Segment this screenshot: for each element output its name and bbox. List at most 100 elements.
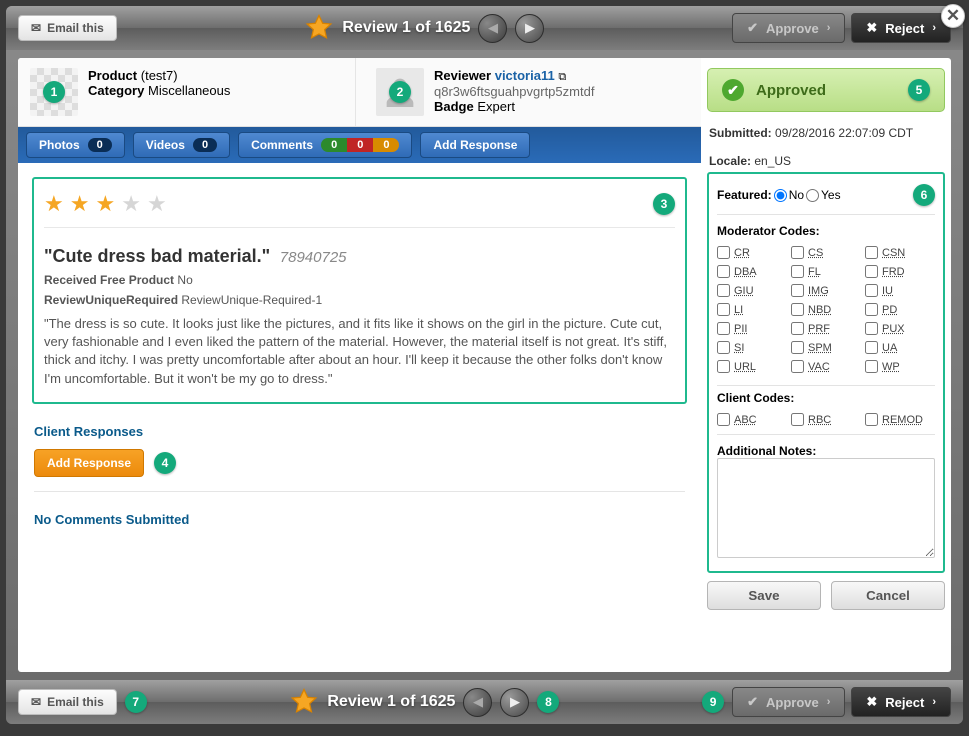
product-name: (test7) [141,68,178,83]
comments-counts: 0 0 0 [321,138,399,152]
notes-textarea[interactable] [717,458,935,558]
next-button-bottom[interactable]: ▶ [500,688,529,717]
email-this-label: Email this [47,695,104,709]
x-icon: ✖ [866,20,877,36]
featured-no-radio[interactable] [774,189,787,202]
code-checkbox[interactable] [717,322,730,335]
star-icon [289,687,319,717]
code-checkbox[interactable] [717,413,730,426]
code-checkbox[interactable] [791,360,804,373]
chevron-right-icon: › [827,696,831,708]
code-checkbox[interactable] [791,284,804,297]
code-checkbox[interactable] [791,265,804,278]
code-item: FL [791,265,861,278]
approve-button[interactable]: ✔ Approve › [732,13,845,43]
approve-label: Approve [766,695,819,710]
code-label: GIU [734,285,754,297]
tab-add-response[interactable]: Add Response [420,132,530,158]
code-checkbox[interactable] [717,360,730,373]
code-item: SI [717,341,787,354]
annotation-8: 8 [537,691,559,713]
star-icon: ★ [70,191,90,217]
tab-comments[interactable]: Comments 0 0 0 [238,132,412,158]
product-label: Product [88,68,137,83]
code-checkbox[interactable] [865,360,878,373]
code-checkbox[interactable] [865,284,878,297]
code-label: CR [734,247,750,259]
next-button[interactable]: ▶ [515,14,544,43]
cancel-button[interactable]: Cancel [831,581,945,610]
code-label: ABC [734,414,757,426]
code-item: IU [865,284,935,297]
prev-button[interactable]: ◀ [478,14,507,43]
external-icon[interactable]: ⧉ [558,71,566,83]
approve-button-bottom[interactable]: ✔ Approve › [732,687,845,717]
code-checkbox[interactable] [717,284,730,297]
reviewer-name[interactable]: victoria11 [495,68,555,83]
code-item: PUX [865,322,935,335]
x-icon: ✖ [866,694,877,710]
prev-button-bottom[interactable]: ◀ [463,688,492,717]
code-checkbox[interactable] [865,413,878,426]
status-badge: ✔ Approved 5 [707,68,945,112]
code-item: FRD [865,265,935,278]
category-value: Miscellaneous [148,83,230,98]
save-button[interactable]: Save [707,581,821,610]
reviewer-id: q8r3w6ftsguahpvgrtp5zmtdf [434,84,594,99]
code-label: SI [734,342,744,354]
annotation-5: 5 [908,79,930,101]
code-checkbox[interactable] [717,246,730,259]
code-item: VAC [791,360,861,373]
check-icon: ✔ [747,694,758,710]
code-checkbox[interactable] [865,322,878,335]
review-title: "Cute dress bad material." [44,246,270,266]
reject-button-bottom[interactable]: ✖ Reject › [851,687,951,717]
product-thumbnail: 1 [30,68,78,116]
code-label: UA [882,342,897,354]
code-checkbox[interactable] [791,341,804,354]
annotation-9: 9 [702,691,724,713]
close-icon[interactable]: ✕ [941,4,965,28]
unique-value: ReviewUnique-Required-1 [181,293,322,307]
code-item: LI [717,303,787,316]
code-checkbox[interactable] [865,303,878,316]
code-label: PUX [882,323,905,335]
code-label: CSN [882,247,905,259]
code-checkbox[interactable] [791,322,804,335]
code-item: IMG [791,284,861,297]
featured-no-label: No [789,188,804,202]
main-column: 1 Product (test7) Category Miscellaneous… [18,58,701,672]
code-label: REMOD [882,414,923,426]
code-item: UA [865,341,935,354]
check-circle-icon: ✔ [722,79,744,101]
code-checkbox[interactable] [791,303,804,316]
add-response-button[interactable]: Add Response [34,449,144,477]
code-label: LI [734,304,743,316]
code-checkbox[interactable] [791,246,804,259]
code-checkbox[interactable] [791,413,804,426]
code-checkbox[interactable] [717,341,730,354]
modal-window: ✕ ✉ Email this Review 1 of 1625 ◀ ▶ ✔ Ap… [6,6,963,724]
tab-videos[interactable]: Videos0 [133,132,230,158]
featured-yes-label: Yes [821,188,841,202]
code-checkbox[interactable] [717,265,730,278]
code-checkbox[interactable] [717,303,730,316]
mail-icon: ✉ [31,21,41,35]
chevron-right-icon: › [827,22,831,34]
review-frame: ★ ★ ★ ★ ★ 3 "Cute dress bad material." 7… [32,177,687,404]
reject-button[interactable]: ✖ Reject › [851,13,951,43]
code-item: DBA [717,265,787,278]
code-checkbox[interactable] [865,341,878,354]
code-checkbox[interactable] [865,246,878,259]
code-item: WP [865,360,935,373]
email-this-button[interactable]: ✉ Email this [18,15,117,41]
code-checkbox[interactable] [865,265,878,278]
email-this-button-bottom[interactable]: ✉ Email this [18,689,117,715]
tab-photos[interactable]: Photos0 [26,132,125,158]
annotation-3: 3 [653,193,675,215]
code-label: WP [882,361,900,373]
tab-videos-label: Videos [146,138,185,152]
approve-label: Approve [766,21,819,36]
email-this-label: Email this [47,21,104,35]
featured-yes-radio[interactable] [806,189,819,202]
